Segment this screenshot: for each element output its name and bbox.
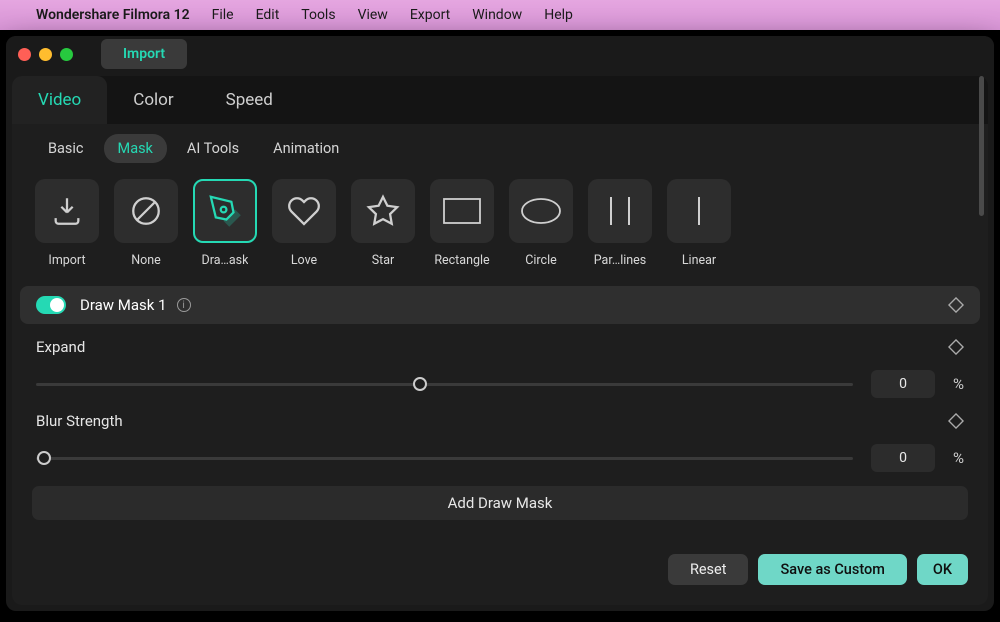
blur-strength-label: Blur Strength <box>36 412 123 430</box>
mask-shape-circle[interactable] <box>509 179 573 243</box>
window-close-button[interactable] <box>18 48 31 61</box>
footer-buttons: Reset Save as Custom OK <box>12 520 988 591</box>
mask-shape-parallel-lines[interactable] <box>588 179 652 243</box>
heart-icon <box>286 194 322 228</box>
mask-label: Import <box>48 253 85 268</box>
mask-shape-draw-mask[interactable] <box>193 179 257 243</box>
subtab-mask[interactable]: Mask <box>104 134 167 163</box>
mask-shape-star[interactable] <box>351 179 415 243</box>
parallel-lines-icon <box>599 193 641 229</box>
expand-control: Expand 0 % <box>12 324 988 398</box>
app-window: Import Video Color Speed Basic Mask AI T… <box>6 36 994 611</box>
menu-help[interactable]: Help <box>544 7 573 23</box>
mask-label: Star <box>372 253 395 268</box>
mask-shape-import[interactable] <box>35 179 99 243</box>
window-maximize-button[interactable] <box>60 48 73 61</box>
subtab-animation[interactable]: Animation <box>259 134 353 163</box>
subtab-ai-tools[interactable]: AI Tools <box>173 134 253 163</box>
mask-settings-panel: Draw Mask 1 i Expand 0 % <box>12 286 988 605</box>
save-as-custom-button[interactable]: Save as Custom <box>758 554 906 585</box>
mask-label: None <box>131 253 161 268</box>
mask-label: Love <box>291 253 317 268</box>
expand-value-input[interactable]: 0 <box>871 370 935 398</box>
draw-mask-section-header[interactable]: Draw Mask 1 i <box>20 286 980 324</box>
expand-slider[interactable] <box>36 383 853 386</box>
mask-shape-linear[interactable] <box>667 179 731 243</box>
expand-keyframe-icon[interactable] <box>948 339 964 355</box>
linear-icon <box>683 193 715 229</box>
add-draw-mask-button[interactable]: Add Draw Mask <box>32 486 968 520</box>
expand-slider-handle[interactable] <box>413 377 427 391</box>
window-minimize-button[interactable] <box>39 48 52 61</box>
mask-label: Rectangle <box>434 253 489 268</box>
blur-unit: % <box>953 449 964 467</box>
menu-window[interactable]: Window <box>472 7 522 23</box>
section-title: Draw Mask 1 <box>80 296 167 314</box>
titlebar: Import <box>6 36 994 72</box>
mask-shape-love[interactable] <box>272 179 336 243</box>
import-button[interactable]: Import <box>101 39 187 69</box>
expand-label: Expand <box>36 338 85 356</box>
keyframe-diamond-icon[interactable] <box>948 297 964 313</box>
scrollbar[interactable] <box>979 76 984 456</box>
mask-label: Dra…ask <box>202 253 249 268</box>
none-icon <box>129 194 163 228</box>
blur-slider[interactable] <box>36 457 853 460</box>
import-icon <box>50 194 84 228</box>
mask-label: Linear <box>682 253 716 268</box>
mask-shape-none[interactable] <box>114 179 178 243</box>
info-icon[interactable]: i <box>177 298 191 312</box>
draw-mask-toggle[interactable] <box>36 296 66 314</box>
ok-button[interactable]: OK <box>917 554 968 585</box>
blur-slider-handle[interactable] <box>37 451 51 465</box>
mask-shape-rectangle[interactable] <box>430 179 494 243</box>
app-name[interactable]: Wondershare Filmora 12 <box>36 7 190 23</box>
sub-tabs: Basic Mask AI Tools Animation <box>12 124 988 169</box>
blur-keyframe-icon[interactable] <box>948 413 964 429</box>
subtab-basic[interactable]: Basic <box>34 134 98 163</box>
pen-tool-icon <box>208 194 242 228</box>
top-tabs: Video Color Speed <box>12 76 988 124</box>
mask-label: Circle <box>525 253 557 268</box>
rectangle-icon <box>442 197 482 225</box>
menu-export[interactable]: Export <box>410 7 450 23</box>
reset-button[interactable]: Reset <box>668 554 749 585</box>
mask-label: Par…lines <box>594 253 647 268</box>
mask-shape-row: Import None Dra…ask Love Star <box>12 169 988 286</box>
expand-unit: % <box>953 375 964 393</box>
star-icon <box>366 194 400 228</box>
tab-color[interactable]: Color <box>107 76 199 124</box>
blur-value-input[interactable]: 0 <box>871 444 935 472</box>
menu-edit[interactable]: Edit <box>256 7 280 23</box>
menu-view[interactable]: View <box>358 7 388 23</box>
menu-tools[interactable]: Tools <box>301 7 335 23</box>
tab-speed[interactable]: Speed <box>200 76 299 124</box>
macos-menubar: Wondershare Filmora 12 File Edit Tools V… <box>0 0 1000 30</box>
tab-video[interactable]: Video <box>12 76 107 124</box>
menu-file[interactable]: File <box>212 7 234 23</box>
ellipse-icon <box>520 196 562 226</box>
blur-strength-control: Blur Strength 0 % <box>12 398 988 472</box>
